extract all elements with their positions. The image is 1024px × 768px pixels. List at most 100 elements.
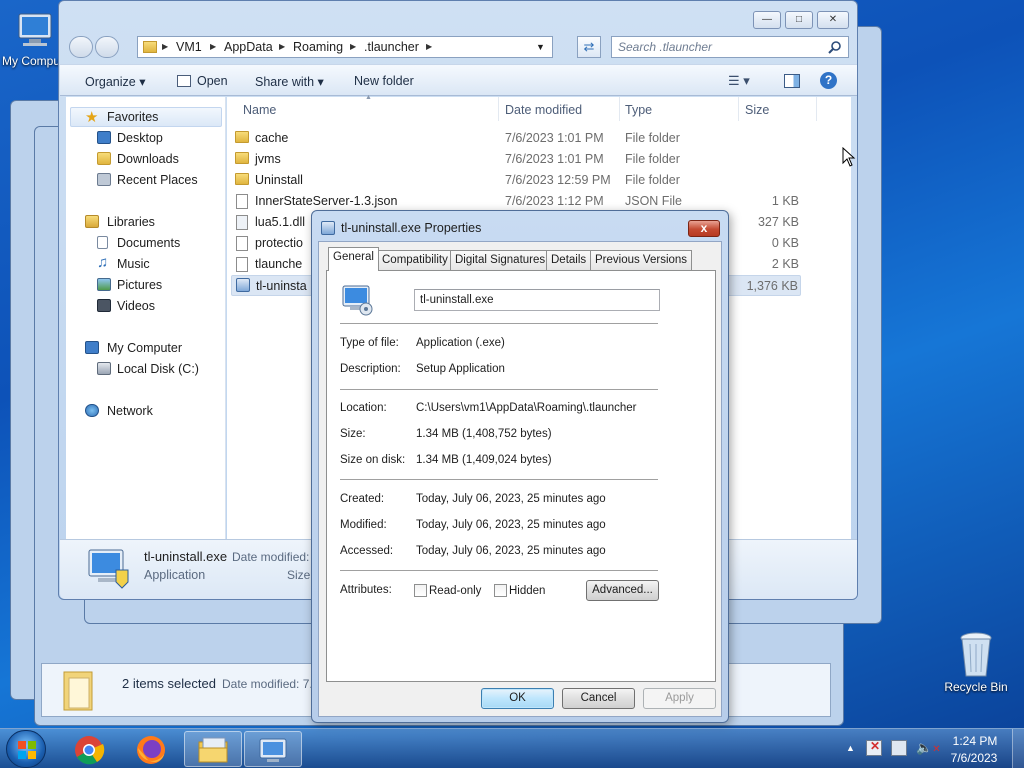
properties-dialog[interactable]: tl-uninstall.exe Properties x General Co…: [311, 210, 729, 723]
modified-label: Modified:: [340, 519, 387, 531]
videos-icon: [97, 299, 111, 312]
desktop-icon-my-computer[interactable]: My Compu: [0, 8, 66, 68]
search-icon[interactable]: [828, 40, 842, 54]
details-file-type: Application: [144, 568, 206, 582]
hidden-label[interactable]: Hidden: [509, 585, 545, 597]
application-icon: [342, 285, 373, 316]
show-desktop-button[interactable]: [1012, 729, 1024, 768]
action-center-icon[interactable]: ✕: [866, 739, 882, 756]
address-dropdown-icon[interactable]: ▼: [536, 42, 545, 52]
column-header-date[interactable]: Date modified: [505, 103, 582, 117]
forward-button[interactable]: [95, 36, 119, 58]
dialog-body: General Compatibility Digital Signatures…: [318, 241, 722, 717]
address-bar[interactable]: ▶ VM1 ▶ AppData ▶ Roaming ▶ .tlauncher ▶…: [137, 36, 553, 58]
advanced-button[interactable]: Advanced...: [586, 580, 659, 601]
apply-button[interactable]: Apply: [643, 688, 716, 709]
nav-videos[interactable]: Videos: [117, 299, 155, 313]
folder-icon: [235, 152, 249, 164]
file-name-field[interactable]: tl-uninstall.exe: [414, 289, 660, 311]
search-input[interactable]: Search .tlauncher: [618, 40, 712, 54]
taskbar-explorer[interactable]: [184, 731, 242, 767]
downloads-icon: [97, 152, 111, 165]
nav-music[interactable]: Music: [117, 257, 150, 271]
read-only-checkbox[interactable]: [414, 584, 427, 597]
back-button[interactable]: [69, 36, 93, 58]
breadcrumb-vm1[interactable]: VM1: [176, 40, 202, 54]
hidden-checkbox[interactable]: [494, 584, 507, 597]
nav-libraries[interactable]: Libraries: [107, 215, 155, 229]
file-row[interactable]: cache 7/6/2023 1:01 PM File folder: [231, 128, 801, 149]
chrome-icon: [75, 736, 105, 765]
dialog-close-button[interactable]: x: [688, 220, 720, 237]
column-header-type[interactable]: Type: [625, 103, 652, 117]
column-header-name[interactable]: Name: [243, 103, 276, 117]
search-box[interactable]: Search .tlauncher: [611, 36, 849, 58]
view-options-icon[interactable]: ☰ ▾: [728, 73, 750, 89]
nav-downloads[interactable]: Downloads: [117, 152, 179, 166]
breadcrumb-tlauncher[interactable]: .tlauncher: [364, 40, 419, 54]
new-folder-button[interactable]: New folder: [354, 74, 414, 88]
separator: [340, 570, 658, 571]
ok-button[interactable]: OK: [481, 688, 554, 709]
nav-recent-places[interactable]: Recent Places: [117, 173, 198, 187]
nav-local-disk[interactable]: Local Disk (C:): [117, 362, 199, 376]
separator: [340, 323, 658, 324]
tab-general[interactable]: General: [328, 247, 379, 271]
file-name: tlaunche: [255, 257, 303, 271]
breadcrumb-arrow-icon: ▶: [279, 42, 286, 51]
nav-desktop[interactable]: Desktop: [117, 131, 163, 145]
nav-my-computer[interactable]: My Computer: [107, 341, 182, 355]
tab-compatibility[interactable]: Compatibility: [377, 250, 453, 270]
details-date-label: Date modified:: [232, 550, 310, 564]
network-status-icon[interactable]: [891, 740, 907, 756]
taskbar: ▲ ✕ 🔈✕ 1:24 PM 7/6/2023: [0, 728, 1024, 768]
location-label: Location:: [340, 402, 387, 414]
nav-favorites[interactable]: Favorites: [107, 110, 158, 124]
breadcrumb-roaming[interactable]: Roaming: [293, 40, 343, 54]
minimize-button[interactable]: —: [753, 11, 781, 29]
volume-muted-icon[interactable]: 🔈✕: [916, 740, 941, 756]
file-date: 7/6/2023 1:01 PM: [505, 131, 604, 145]
taskbar-chrome[interactable]: [60, 731, 118, 767]
share-with-label: Share with: [255, 75, 315, 89]
help-icon[interactable]: ?: [820, 72, 837, 89]
file-row[interactable]: InnerStateServer-1.3.json 7/6/2023 1:12 …: [231, 191, 801, 212]
accessed-label: Accessed:: [340, 545, 394, 557]
tab-previous-versions[interactable]: Previous Versions: [590, 250, 693, 270]
open-icon: [177, 75, 191, 87]
show-hidden-icons-icon[interactable]: ▲: [846, 743, 855, 753]
preview-pane-icon[interactable]: [784, 74, 800, 88]
taskbar-control-panel[interactable]: [244, 731, 302, 767]
share-with-button[interactable]: Share with ▾: [255, 74, 324, 89]
star-icon: ★: [85, 109, 99, 126]
cancel-button[interactable]: Cancel: [562, 688, 635, 709]
folder-icon: [198, 737, 228, 763]
clock-time[interactable]: 1:24 PM: [952, 734, 998, 748]
file-name: cache: [255, 131, 289, 145]
folder-icon: [143, 41, 157, 53]
close-button[interactable]: ✕: [817, 11, 849, 29]
maximize-button[interactable]: □: [785, 11, 813, 29]
tab-details[interactable]: Details: [546, 250, 592, 270]
file-row[interactable]: Uninstall 7/6/2023 12:59 PM File folder: [231, 170, 801, 191]
desktop-icon-recycle-bin[interactable]: Recycle Bin: [938, 630, 1014, 694]
file-size: 1 KB: [771, 194, 799, 208]
start-button[interactable]: [6, 730, 46, 768]
tab-digital-signatures[interactable]: Digital Signatures: [450, 250, 551, 270]
organize-label: Organize: [85, 75, 136, 89]
nav-documents[interactable]: Documents: [117, 236, 180, 250]
column-header-size[interactable]: Size: [745, 103, 769, 117]
file-row[interactable]: jvms 7/6/2023 1:01 PM File folder: [231, 149, 801, 170]
taskbar-firefox[interactable]: [122, 731, 180, 767]
file-icon: [236, 236, 248, 251]
documents-icon: [97, 236, 108, 249]
nav-pictures[interactable]: Pictures: [117, 278, 162, 292]
nav-network[interactable]: Network: [107, 404, 153, 418]
open-button[interactable]: Open: [197, 74, 228, 88]
organize-button[interactable]: Organize ▾: [85, 74, 145, 89]
breadcrumb-appdata[interactable]: AppData: [224, 40, 273, 54]
read-only-label[interactable]: Read-only: [429, 585, 481, 597]
json-file-icon: [236, 194, 248, 209]
refresh-button[interactable]: ⇄: [577, 36, 601, 58]
clock-date[interactable]: 7/6/2023: [946, 751, 1002, 765]
